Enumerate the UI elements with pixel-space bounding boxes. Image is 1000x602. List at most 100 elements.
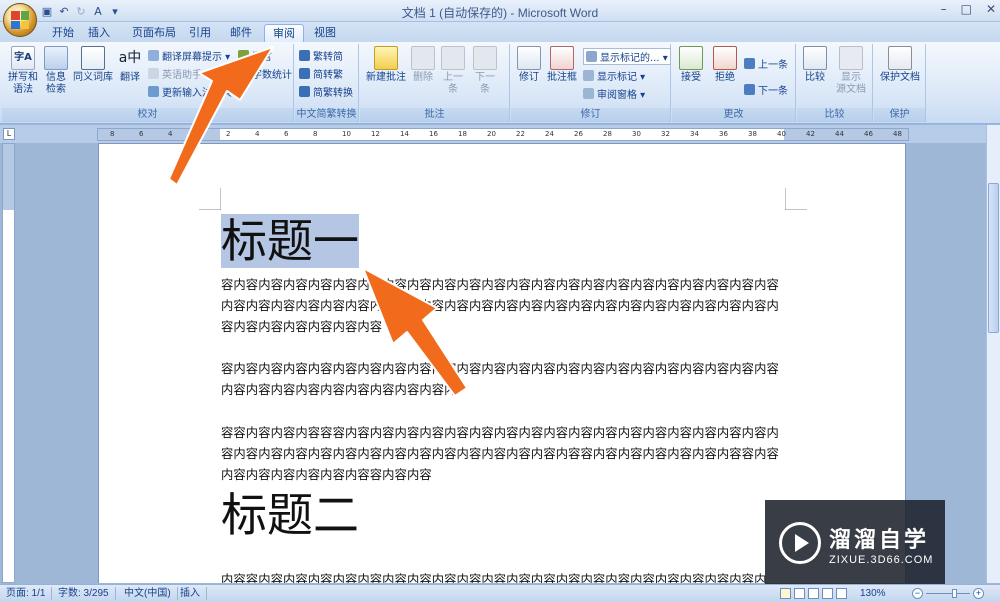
- ruler-bar: 8642246810121416182022242628303234363840…: [0, 125, 1000, 143]
- vertical-scrollbar[interactable]: [986, 125, 1000, 583]
- ruler-mark: 14: [400, 130, 409, 138]
- new-comment-button[interactable]: 新建批注: [364, 46, 408, 84]
- crop-mark-top-right: [785, 188, 807, 210]
- next-comment-button[interactable]: 下一条: [472, 46, 498, 96]
- conversion-button[interactable]: 简繁转换: [299, 84, 353, 99]
- show-markup-icon: [583, 70, 594, 81]
- window-controls: – □ ✕: [941, 2, 996, 16]
- ruler-mark: 18: [458, 130, 467, 138]
- ruler-mark: 8: [110, 130, 115, 138]
- accept-button[interactable]: 接受: [676, 46, 706, 84]
- paragraph-1[interactable]: 容内容内容内容内容内容内容内容内容内容内容内容内容内容内容内容内容内容内容内容内…: [221, 275, 784, 338]
- minimize-button[interactable]: –: [941, 2, 947, 16]
- maximize-button[interactable]: □: [961, 2, 972, 16]
- save-icon[interactable]: ▣: [40, 4, 54, 18]
- print-layout-view-icon[interactable]: [780, 588, 791, 599]
- heading-2[interactable]: 标题二: [221, 486, 359, 544]
- tab-home[interactable]: 开始: [44, 24, 82, 42]
- research-button[interactable]: 信息 检索: [42, 46, 70, 96]
- group-compare: 比较 显示 源文档 比较: [797, 44, 873, 122]
- tab-references[interactable]: 引用: [181, 24, 219, 42]
- tab-view[interactable]: 视图: [306, 24, 344, 42]
- draft-view-icon[interactable]: [836, 588, 847, 599]
- ruler-mark: 6: [139, 130, 144, 138]
- selected-heading-text[interactable]: 标题一: [221, 214, 359, 268]
- web-layout-view-icon[interactable]: [808, 588, 819, 599]
- zoom-level[interactable]: 130%: [860, 587, 892, 600]
- ruler-mark: 10: [342, 130, 351, 138]
- to-simplified-icon: [299, 50, 310, 61]
- customize-icon[interactable]: ▾: [108, 4, 122, 18]
- paragraph-3[interactable]: 容容内容内容内容容容内容内容内容内容内容内容内容内容内容内容内容内容内容内容内容…: [221, 423, 784, 486]
- ruler-mark: 40: [777, 130, 786, 138]
- play-icon: [779, 522, 821, 564]
- status-insert-mode[interactable]: 插入: [180, 587, 207, 600]
- lock-icon: [888, 46, 912, 70]
- zoom-in-icon[interactable]: +: [973, 588, 984, 599]
- scrollbar-thumb[interactable]: [988, 183, 999, 333]
- status-word-count[interactable]: 字数: 3/295: [58, 587, 116, 600]
- previous-comment-button[interactable]: 上一条: [440, 46, 466, 96]
- undo-icon[interactable]: ↶: [57, 4, 71, 18]
- ruler-mark: 8: [313, 130, 318, 138]
- ruler-mark: 32: [661, 130, 670, 138]
- zoom-slider[interactable]: − +: [912, 588, 984, 599]
- zoom-thumb[interactable]: [952, 589, 957, 598]
- balloons-button[interactable]: 批注框: [545, 46, 579, 84]
- group-label-tracking: 修订: [511, 108, 670, 122]
- reviewing-pane-button[interactable]: 审阅窗格 ▾: [583, 86, 645, 101]
- show-markup-button[interactable]: 显示标记 ▾: [583, 68, 645, 83]
- group-label-compare: 比较: [797, 108, 872, 122]
- tab-insert[interactable]: 插入: [80, 24, 118, 42]
- ruler-mark: 34: [690, 130, 699, 138]
- reject-button[interactable]: 拒绝: [710, 46, 740, 84]
- tab-selector-icon[interactable]: L: [3, 128, 15, 140]
- to-traditional-button[interactable]: 简转繁: [299, 66, 343, 81]
- balloons-icon: [550, 46, 574, 70]
- to-simplified-button[interactable]: 繁转简: [299, 48, 343, 63]
- ribbon: 字A 拼写和 语法 信息 检索 同义词库 a中 翻译 翻译屏幕提示 ▾ 英语助手…: [0, 42, 1000, 124]
- track-changes-button[interactable]: 修订: [515, 46, 543, 84]
- next-change-button[interactable]: 下一条: [744, 82, 788, 97]
- next-change-icon: [744, 84, 755, 95]
- office-button[interactable]: [3, 3, 37, 37]
- heading-1[interactable]: 标题一: [221, 212, 359, 270]
- previous-change-button[interactable]: 上一条: [744, 56, 788, 71]
- display-review-icon: [586, 51, 597, 62]
- delete-comment-button[interactable]: 删除: [410, 46, 436, 84]
- ruler-mark: 38: [748, 130, 757, 138]
- vertical-ruler[interactable]: [2, 143, 15, 583]
- format-icon[interactable]: A: [91, 4, 105, 18]
- paragraph-4[interactable]: 内容容内容内容内容内容内容内容内容内容内容内容内容内容内容内容内容内容内容内容内…: [221, 570, 784, 583]
- show-source-button[interactable]: 显示 源文档: [833, 46, 869, 96]
- protect-document-button[interactable]: 保护文档: [876, 46, 924, 84]
- tab-page-layout[interactable]: 页面布局: [124, 24, 184, 42]
- ruler-mark: 48: [893, 130, 902, 138]
- group-label-protect: 保护: [874, 108, 925, 122]
- zoom-track: [926, 593, 970, 594]
- spelling-grammar-button[interactable]: 字A 拼写和 语法: [6, 46, 40, 96]
- annotation-arrow-heading: [362, 267, 468, 397]
- group-comments: 新建批注 删除 上一条 下一条 批注: [360, 44, 510, 122]
- ruler-mark: 20: [487, 130, 496, 138]
- status-page[interactable]: 页面: 1/1: [6, 587, 53, 600]
- compare-icon: [803, 46, 827, 70]
- translate-button[interactable]: a中 翻译: [116, 46, 144, 84]
- thesaurus-icon: [81, 46, 105, 70]
- tab-mailings[interactable]: 邮件: [222, 24, 260, 42]
- close-button[interactable]: ✕: [986, 2, 996, 16]
- next-comment-icon: [473, 46, 497, 70]
- tab-review[interactable]: 审阅: [264, 24, 304, 42]
- status-language[interactable]: 中文(中国): [124, 587, 178, 600]
- display-for-review-select[interactable]: 显示标记的... ▾: [583, 48, 671, 65]
- watermark: 溜溜自学 ZIXUE.3D66.COM: [765, 500, 945, 584]
- thesaurus-button[interactable]: 同义词库: [72, 46, 114, 84]
- ruler-right-margin: [784, 129, 908, 140]
- redo-icon[interactable]: ↻: [74, 4, 88, 18]
- compare-button[interactable]: 比较: [801, 46, 829, 84]
- paragraph-2[interactable]: 容内容内容内容内容内容内容内容内容内容内容内容内容内容内容内容内容内容内容内容内…: [221, 359, 784, 401]
- outline-view-icon[interactable]: [822, 588, 833, 599]
- full-screen-view-icon[interactable]: [794, 588, 805, 599]
- group-chinese-conversion: 繁转简 简转繁 简繁转换 中文简繁转换: [295, 44, 359, 122]
- zoom-out-icon[interactable]: −: [912, 588, 923, 599]
